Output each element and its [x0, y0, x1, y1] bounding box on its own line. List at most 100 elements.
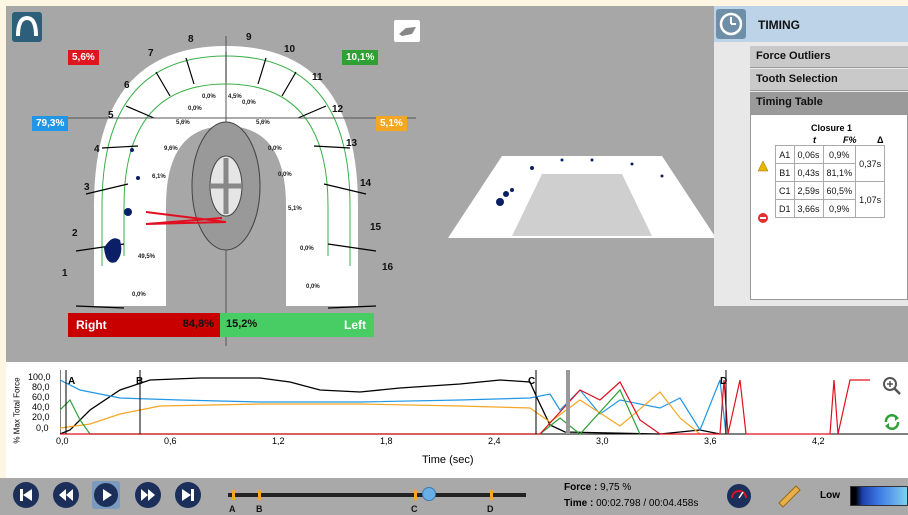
percent-top-left: 5,6%: [68, 50, 99, 65]
color-scale: [850, 486, 908, 506]
x-tick: 0,6: [164, 436, 177, 446]
arch-percent: 49,5%: [138, 254, 156, 260]
x-tick: 0,0: [56, 436, 69, 446]
teeth-icon: [399, 27, 416, 36]
occlusal-arch-2d: [36, 36, 416, 346]
x-tick: 1,8: [380, 436, 393, 446]
percent-mid-right: 5,1%: [376, 116, 407, 131]
arch-percent: 0,0%: [242, 100, 256, 106]
y-tick: 80,0: [32, 382, 50, 392]
percent-mid-left: 79,3%: [32, 116, 69, 131]
zoom-in-button[interactable]: [882, 376, 902, 396]
closure-label: Closure 1: [811, 123, 853, 133]
skip-start-button[interactable]: [12, 481, 40, 509]
refresh-button[interactable]: [882, 412, 902, 432]
header-t: t: [813, 135, 816, 145]
marker-label: A: [68, 376, 76, 387]
time-label: Time :: [564, 498, 594, 509]
right-percent: 84,8%: [182, 318, 214, 330]
zoom-in-icon: [883, 377, 901, 395]
timeline-marker-label: A: [229, 504, 236, 514]
x-tick: 3,6: [704, 436, 717, 446]
arch-percent: 5,1%: [288, 206, 302, 212]
skip-end-button[interactable]: [174, 481, 202, 509]
x-tick: 1,2: [272, 436, 285, 446]
row-force: 81,1%: [822, 163, 857, 182]
gauge-icon: [727, 484, 751, 508]
row-time: 0,06s: [793, 145, 824, 164]
occlusal-arch-3d: [448, 156, 716, 238]
teeth-view-button[interactable]: [394, 20, 420, 42]
marker-label: B: [136, 376, 144, 387]
rewind-icon: [53, 482, 79, 508]
y-tick: 60,0: [32, 392, 50, 402]
section-force-outliers[interactable]: Force Outliers: [750, 46, 908, 68]
timing-panel: TIMING Force Outliers Tooth Selection Ti…: [714, 6, 908, 306]
playback-controls: A B C D Force : 9,75 % Time : 00:02.798 …: [0, 478, 908, 515]
timeline-marker-label: D: [487, 504, 494, 514]
row-time: 0,43s: [793, 163, 824, 182]
rewind-button[interactable]: [52, 481, 80, 509]
timing-header: TIMING: [714, 6, 908, 42]
row-id: B1: [775, 163, 795, 182]
play-button[interactable]: [92, 481, 120, 509]
arch-percent: 0,0%: [188, 106, 202, 112]
row-time: 2,59s: [793, 181, 824, 200]
timing-title: TIMING: [758, 18, 800, 32]
arch-percent: 0,0%: [278, 172, 292, 178]
y-tick: 100,0: [28, 372, 51, 382]
force-timeline-chart: % Max Total Force 100,0 80,0 60,0 40,0 2…: [6, 362, 908, 478]
x-axis-label: Time (sec): [422, 454, 474, 466]
tooth-number: 12: [332, 104, 344, 115]
arch-percent: 0,0%: [202, 94, 216, 100]
tooth-number: 11: [312, 72, 323, 83]
percent-top-right: 10,1%: [342, 50, 379, 65]
section-tooth-selection[interactable]: Tooth Selection: [750, 69, 908, 91]
arch-percent: 0,0%: [268, 146, 282, 152]
refresh-icon: [884, 414, 900, 430]
arch-percent: 0,0%: [306, 284, 320, 290]
fast-forward-icon: [135, 482, 161, 508]
y-axis-label: % Max Total Force: [12, 377, 22, 444]
fast-forward-button[interactable]: [134, 481, 162, 509]
arch-percent: 6,1%: [152, 174, 166, 180]
section-timing-table[interactable]: Timing Table: [750, 92, 908, 114]
row-id: C1: [775, 181, 795, 200]
tooth-number: 7: [148, 48, 154, 59]
ruler-icon: [778, 485, 801, 508]
force-label: Force :: [564, 482, 598, 493]
left-force-bar: 15,2% Left: [220, 313, 374, 337]
play-icon: [94, 483, 118, 507]
error-icon: [757, 211, 769, 229]
row-force: 0,9%: [822, 145, 857, 164]
row-id: A1: [775, 145, 795, 164]
tooth-number: 15: [370, 222, 382, 233]
y-tick: 20,0: [32, 412, 50, 422]
right-force-bar: Right 84,8%: [68, 313, 220, 337]
force-value: 9,75 %: [600, 482, 632, 493]
tooth-number: 3: [84, 182, 90, 193]
timeline-thumb[interactable]: [422, 487, 436, 501]
y-tick: 0,0: [36, 423, 49, 433]
row-force: 0,9%: [822, 199, 857, 218]
force-readout: Force : 9,75 %: [564, 482, 631, 493]
row-delta: 1,07s: [855, 181, 886, 218]
warning-icon: [757, 159, 769, 177]
time-readout: Time : 00:02.798 / 00:04.458s: [564, 498, 698, 509]
arch-percent: 0,0%: [132, 292, 146, 298]
arch-percent: 9,6%: [164, 146, 178, 152]
tooth-number: 8: [188, 34, 194, 45]
header-f: F%: [843, 135, 857, 145]
timeline-slider[interactable]: [228, 487, 526, 501]
arch-percent: 5,6%: [176, 120, 190, 126]
tooth-number: 4: [94, 144, 100, 155]
ruler-button[interactable]: [776, 483, 802, 509]
tooth-number: 5: [108, 110, 114, 121]
arch-percent: 4,5%: [228, 94, 242, 100]
tooth-number: 14: [360, 178, 372, 189]
tooth-number: 16: [382, 262, 394, 273]
timing-toggle-button[interactable]: [716, 9, 746, 39]
gauge-button[interactable]: [726, 483, 752, 509]
right-label: Right: [76, 318, 107, 332]
tooth-number: 6: [124, 80, 130, 91]
